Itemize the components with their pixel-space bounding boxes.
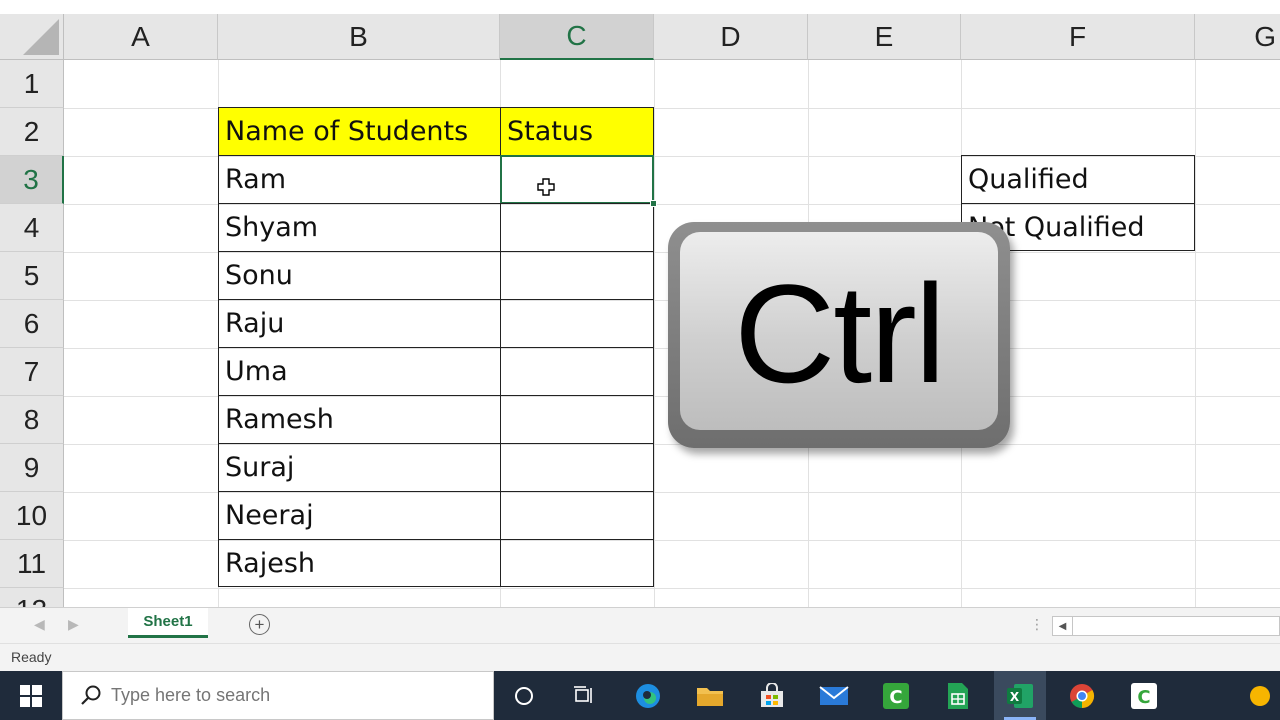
ctrl-key-label: Ctrl <box>734 255 946 412</box>
cell-cursor-icon <box>537 178 555 196</box>
windows-logo-icon <box>20 684 42 707</box>
cell-c4[interactable] <box>500 203 654 252</box>
task-switch-button[interactable] <box>558 671 610 720</box>
taskbar-tray-app[interactable] <box>1240 671 1280 720</box>
row-header-6[interactable]: 6 <box>0 300 64 348</box>
row-header-2[interactable]: 2 <box>0 108 64 156</box>
recorder-icon: C <box>1131 682 1157 709</box>
taskbar-file-explorer[interactable] <box>684 671 736 720</box>
taskbar-store[interactable] <box>746 671 798 720</box>
mail-icon <box>819 685 849 705</box>
add-sheet-button[interactable]: + <box>249 614 270 635</box>
row-header-7[interactable]: 7 <box>0 348 64 396</box>
status-bar: Ready <box>0 643 1280 671</box>
column-header-g[interactable]: G <box>1195 14 1280 60</box>
cell-b9[interactable]: Suraj <box>218 443 501 492</box>
edge-icon <box>636 683 660 708</box>
taskbar-search[interactable] <box>62 671 494 720</box>
cell-c8[interactable] <box>500 395 654 444</box>
cell-b10[interactable]: Neeraj <box>218 491 501 540</box>
row-header-4[interactable]: 4 <box>0 204 64 252</box>
cortana-icon <box>515 686 533 705</box>
cell-c10[interactable] <box>500 491 654 540</box>
row-header-3[interactable]: 3 <box>0 156 64 204</box>
row-header-5[interactable]: 5 <box>0 252 64 300</box>
row-header-1[interactable]: 1 <box>0 60 64 108</box>
row-header-8[interactable]: 8 <box>0 396 64 444</box>
cell-b7[interactable]: Uma <box>218 347 501 396</box>
cell-b5[interactable]: Sonu <box>218 251 501 300</box>
cell-b8[interactable]: Ramesh <box>218 395 501 444</box>
cell-c7[interactable] <box>500 347 654 396</box>
search-input[interactable] <box>111 672 491 719</box>
scroll-left-icon[interactable]: ◀ <box>1053 617 1073 635</box>
sheet-tab-bar: ◀ ▶ Sheet1 + ⋮ ◀ <box>0 607 1280 643</box>
sheet-tab-sheet1[interactable]: Sheet1 <box>128 608 208 638</box>
taskbar-mail[interactable] <box>808 671 860 720</box>
svg-text:C: C <box>1137 687 1150 708</box>
excel-icon: X <box>1007 683 1033 708</box>
select-all-corner[interactable] <box>0 14 64 60</box>
column-header-e[interactable]: E <box>808 14 961 60</box>
cell-f3-option[interactable]: Qualified <box>961 155 1195 204</box>
spreadsheet-icon <box>948 682 968 709</box>
sticky-notes-icon <box>1250 685 1270 706</box>
cell-c3-active[interactable] <box>500 155 654 204</box>
taskbar-edge[interactable] <box>622 671 674 720</box>
search-icon <box>81 685 101 705</box>
ctrl-key-overlay: Ctrl <box>668 222 1010 448</box>
column-header-d[interactable]: D <box>654 14 808 60</box>
ribbon-edge <box>0 0 1280 14</box>
column-header-b[interactable]: B <box>218 14 500 60</box>
horizontal-scrollbar[interactable]: ◀ <box>1052 616 1280 636</box>
column-header-f[interactable]: F <box>961 14 1195 60</box>
taskbar-chrome[interactable] <box>1056 671 1108 720</box>
row-header-10[interactable]: 10 <box>0 492 64 540</box>
cell-b11[interactable]: Rajesh <box>218 539 501 587</box>
scroll-tabs-right-icon[interactable]: ▶ <box>68 616 79 633</box>
taskbar-sheets[interactable] <box>932 671 984 720</box>
task-view-button[interactable] <box>498 671 550 720</box>
svg-text:X: X <box>1010 690 1020 704</box>
taskbar-camtasia-recorder[interactable]: C <box>1118 671 1170 720</box>
cell-b3[interactable]: Ram <box>218 155 501 204</box>
cell-b4[interactable]: Shyam <box>218 203 501 252</box>
worksheet-grid[interactable]: A B C D E F G 1 2 3 4 5 6 7 8 9 10 11 12… <box>0 0 1280 607</box>
folder-icon <box>697 687 723 706</box>
gridline <box>654 60 655 607</box>
taskbar-excel[interactable]: X <box>994 671 1046 720</box>
tab-splitter-icon[interactable]: ⋮ <box>1030 616 1044 633</box>
column-header-c[interactable]: C <box>500 14 654 60</box>
gridline <box>1195 60 1196 607</box>
scroll-tabs-left-icon[interactable]: ◀ <box>34 616 45 633</box>
ctrl-keycap: Ctrl <box>680 232 998 430</box>
gridline <box>64 588 1280 589</box>
chrome-icon <box>1070 683 1095 708</box>
camtasia-icon: C <box>883 682 909 709</box>
cell-c9[interactable] <box>500 443 654 492</box>
cell-c6[interactable] <box>500 299 654 348</box>
status-text: Ready <box>11 649 52 665</box>
cell-c11[interactable] <box>500 539 654 587</box>
cell-b2-header[interactable]: Name of Students <box>218 107 501 156</box>
taskbar-camtasia[interactable]: C <box>870 671 922 720</box>
cell-c2-header[interactable]: Status <box>500 107 654 156</box>
svg-text:C: C <box>889 687 902 708</box>
start-button[interactable] <box>0 671 62 720</box>
fill-handle[interactable] <box>650 200 657 207</box>
column-header-a[interactable]: A <box>64 14 218 60</box>
store-icon <box>761 682 783 707</box>
row-header-9[interactable]: 9 <box>0 444 64 492</box>
cell-b6[interactable]: Raju <box>218 299 501 348</box>
task-view-icon <box>574 685 592 703</box>
cell-c5[interactable] <box>500 251 654 300</box>
row-header-11[interactable]: 11 <box>0 540 64 588</box>
row-header-12[interactable]: 12 <box>0 588 64 607</box>
windows-taskbar: C X C <box>0 671 1280 720</box>
